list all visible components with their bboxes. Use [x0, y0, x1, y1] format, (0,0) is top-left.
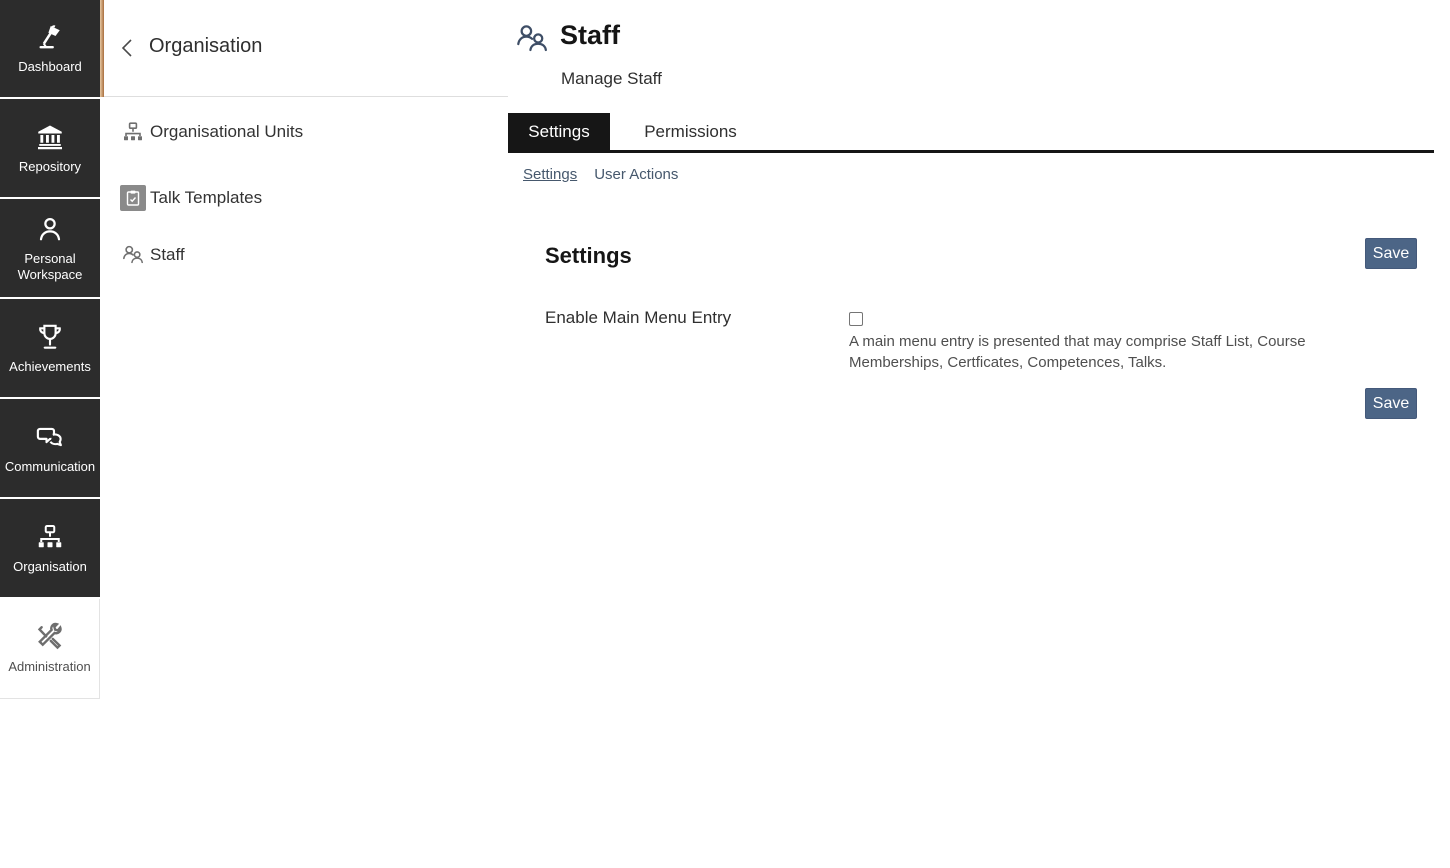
tools-icon — [35, 622, 65, 652]
mainbar-item-label: Organisation — [9, 559, 91, 575]
mainbar-item-label: Dashboard — [14, 59, 86, 75]
save-button-top[interactable]: Save — [1365, 238, 1417, 269]
slate-item-label: Staff — [150, 245, 185, 265]
staff-icon — [121, 243, 145, 267]
mainbar-item-communication[interactable]: Communication — [0, 399, 100, 497]
mainbar-item-label: Achievements — [5, 359, 95, 375]
slate-item-label: Talk Templates — [150, 188, 262, 208]
save-button-bottom[interactable]: Save — [1365, 388, 1417, 419]
subtab-user-actions[interactable]: User Actions — [594, 166, 678, 188]
staff-icon — [514, 21, 550, 57]
enable-main-menu-entry-checkbox[interactable] — [849, 312, 863, 326]
bank-icon — [35, 122, 65, 152]
mainbar-item-label: Communication — [1, 459, 99, 475]
mainbar-item-dashboard[interactable]: Dashboard — [0, 0, 100, 97]
organisation-slate: Organisation Organisational Units Talk T… — [104, 0, 508, 868]
tab-permissions[interactable]: Permissions — [610, 113, 771, 150]
orgchart-icon — [35, 522, 65, 552]
mainbar-item-label: Repository — [15, 159, 85, 175]
slate-item-organisational-units[interactable]: Organisational Units — [104, 112, 508, 152]
tab-bar: Settings Permissions — [508, 113, 1434, 150]
content-area: Staff Manage Staff Settings Permissions … — [508, 0, 1450, 868]
mainbar-item-label: Personal Workspace — [0, 251, 100, 283]
mainbar-item-administration[interactable]: Administration — [0, 599, 100, 699]
field-byline: A main menu entry is presented that may … — [849, 331, 1337, 373]
slate-title: Organisation — [149, 35, 262, 58]
person-icon — [35, 214, 65, 244]
chat-icon — [35, 422, 65, 452]
clipboard-check-icon — [120, 185, 146, 211]
slate-item-label: Organisational Units — [150, 122, 303, 142]
main-navigation-bar: Dashboard Repository Personal Workspace … — [0, 0, 100, 700]
orgchart-icon — [121, 120, 145, 144]
mainbar-item-organisation[interactable]: Organisation — [0, 499, 100, 597]
subtab-settings[interactable]: Settings — [523, 166, 577, 188]
trophy-icon — [35, 322, 65, 352]
slate-item-talk-templates[interactable]: Talk Templates — [104, 178, 508, 218]
mainbar-item-achievements[interactable]: Achievements — [0, 299, 100, 397]
tab-underline — [508, 150, 1434, 153]
page-title: Staff — [560, 20, 620, 51]
page-subtitle: Manage Staff — [561, 69, 662, 89]
mainbar-item-label: Administration — [4, 659, 94, 675]
tab-settings[interactable]: Settings — [508, 113, 610, 150]
form-section-heading: Settings — [545, 243, 632, 269]
enable-main-menu-entry-label: Enable Main Menu Entry — [545, 308, 731, 328]
mainbar-item-repository[interactable]: Repository — [0, 99, 100, 197]
lamp-icon — [35, 22, 65, 52]
slate-item-staff[interactable]: Staff — [104, 235, 508, 275]
chevron-left-icon[interactable] — [118, 37, 138, 59]
subtab-bar: Settings User Actions — [523, 166, 678, 188]
mainbar-item-personal-workspace[interactable]: Personal Workspace — [0, 199, 100, 297]
slate-header: Organisation — [104, 0, 508, 97]
